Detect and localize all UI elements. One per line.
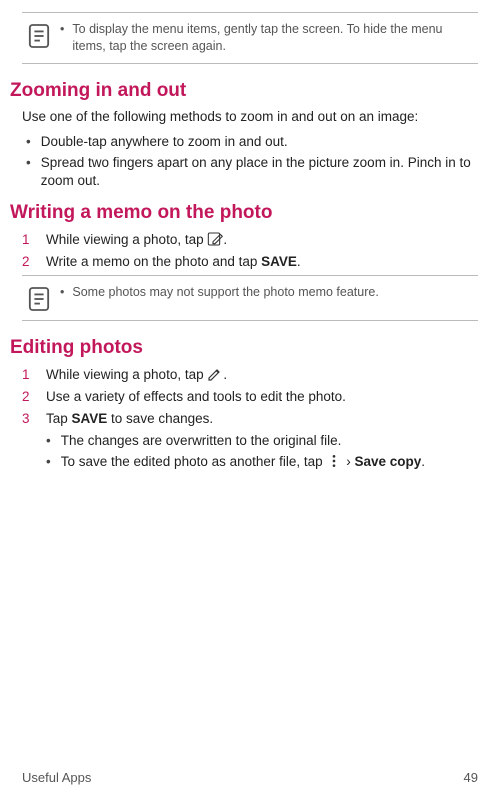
note-content: • Some photos may not support the photo … <box>60 284 472 301</box>
edit-step-1a: While viewing a photo, tap <box>46 367 207 382</box>
step-number: 3 <box>22 410 36 474</box>
memo-step-2: Write a memo on the photo and tap SAVE. <box>46 253 478 271</box>
edit-sub-1: The changes are overwritten to the origi… <box>61 432 342 450</box>
step-number: 2 <box>22 253 36 271</box>
footer-section: Useful Apps <box>22 769 91 787</box>
note-text: To display the menu items, gently tap th… <box>72 21 472 55</box>
step-number: 1 <box>22 231 36 249</box>
edit-step-3: Tap SAVE to save changes. • The changes … <box>46 410 478 474</box>
zoom-bullet-2: Spread two fingers apart on any place in… <box>41 154 478 190</box>
note-box: • Some photos may not support the photo … <box>22 275 478 321</box>
step-number: 2 <box>22 388 36 406</box>
edit-step-2: Use a variety of effects and tools to ed… <box>46 388 478 406</box>
memo-step-2a: Write a memo on the photo and tap <box>46 254 261 269</box>
step-number: 1 <box>22 366 36 384</box>
bullet-dot: • <box>46 453 51 471</box>
memo-step-2b: . <box>297 254 301 269</box>
bullet-dot: • <box>60 284 64 301</box>
bullet-dot: • <box>26 133 31 151</box>
zoom-bullets: • Double-tap anywhere to zoom in and out… <box>26 133 478 191</box>
edit-steps: 1 While viewing a photo, tap . 2 Use a v… <box>22 366 478 474</box>
save-copy-label: Save copy <box>354 454 421 469</box>
note-icon <box>28 286 50 312</box>
more-vertical-icon <box>326 453 342 469</box>
page-footer: Useful Apps 49 <box>22 769 478 787</box>
edit-step-3b: to save changes. <box>107 411 213 426</box>
edit-step-3a: Tap <box>46 411 72 426</box>
edit-sub-2b: . <box>421 454 425 469</box>
edit-step-1: While viewing a photo, tap . <box>46 366 478 384</box>
memo-step-1a: While viewing a photo, tap <box>46 232 207 247</box>
zoom-bullet-1: Double-tap anywhere to zoom in and out. <box>41 133 288 151</box>
save-label: SAVE <box>261 254 297 269</box>
chevron-right-icon: › <box>346 454 351 469</box>
note-box: • To display the menu items, gently tap … <box>22 12 478 64</box>
memo-step-1b: . <box>223 232 227 247</box>
section-heading-zoom: Zooming in and out <box>10 78 478 104</box>
note-content: • To display the menu items, gently tap … <box>60 21 472 55</box>
zoom-intro: Use one of the following methods to zoom… <box>22 108 478 126</box>
memo-write-icon <box>207 231 223 247</box>
bullet-dot: • <box>46 432 51 450</box>
edit-step-1b: . <box>223 367 227 382</box>
pencil-icon <box>207 366 223 382</box>
edit-sub-2: To save the edited photo as another file… <box>61 453 425 471</box>
edit-sub-2a: To save the edited photo as another file… <box>61 454 327 469</box>
section-heading-memo: Writing a memo on the photo <box>10 200 478 226</box>
section-heading-edit: Editing photos <box>10 335 478 361</box>
note-icon <box>28 23 50 49</box>
page-number: 49 <box>464 769 478 787</box>
note-text: Some photos may not support the photo me… <box>72 284 378 301</box>
memo-step-1: While viewing a photo, tap . <box>46 231 478 249</box>
bullet-dot: • <box>60 21 64 55</box>
save-label: SAVE <box>72 411 108 426</box>
bullet-dot: • <box>26 154 31 190</box>
memo-steps: 1 While viewing a photo, tap . 2 Write a… <box>22 231 478 271</box>
edit-sub-bullets: • The changes are overwritten to the ori… <box>46 432 478 471</box>
